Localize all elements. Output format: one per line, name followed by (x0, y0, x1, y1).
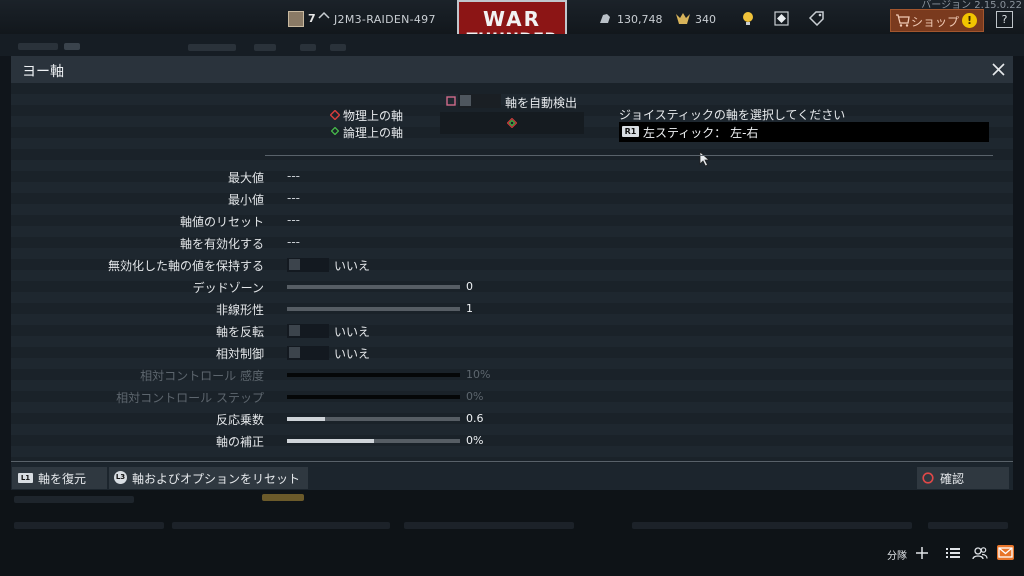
invert-axis-state: いいえ (334, 325, 371, 339)
l1-button-icon: L1 (18, 473, 33, 483)
physical-axis-label: 物理上の軸 (343, 109, 404, 123)
relative-step-label: 相対コントロール ステップ (116, 391, 264, 405)
max-value-label: 最大値 (227, 171, 264, 185)
player-rank: 7 (308, 12, 316, 25)
footer-divider (11, 461, 1013, 462)
section-divider (265, 155, 993, 156)
response-multiplier-value: 0.6 (466, 412, 484, 425)
axis-reset-label: 軸値のリセット (179, 215, 264, 229)
auto-detect-toggle[interactable] (458, 94, 501, 108)
tag-icon[interactable] (808, 11, 825, 26)
rank-chevron-icon (318, 11, 330, 19)
l3-button-icon: L3 (114, 471, 127, 484)
deadzone-label: デッドゾーン (192, 281, 264, 295)
diamond-icon[interactable] (774, 11, 789, 26)
axis-reset-value[interactable]: --- (287, 213, 300, 227)
axis-correction-value: 0% (466, 434, 484, 447)
logo-line-1: WAR (482, 7, 542, 31)
joystick-axis-prompt: ジョイスティックの軸を選択してください (619, 108, 846, 122)
gamepad-button-icon (446, 96, 456, 106)
golden-eagles-icon (676, 13, 690, 24)
keep-disabled-value-label: 無効化した軸の値を保持する (107, 259, 264, 273)
background-content (0, 490, 1024, 576)
min-value[interactable]: --- (287, 191, 300, 205)
auto-detect-label: 軸を自動検出 (505, 96, 578, 110)
invert-axis-label: 軸を反転 (215, 325, 264, 339)
reset-axis-options-button[interactable]: L3 軸およびオプションをリセット (109, 467, 308, 489)
mail-icon[interactable] (997, 545, 1014, 560)
golden-eagles-balance: 340 (695, 13, 716, 26)
silver-lions-icon (600, 14, 610, 23)
deadzone-value: 0 (466, 280, 473, 293)
restore-axis-button[interactable]: L1 軸を復元 (12, 467, 107, 489)
keep-disabled-value-state: いいえ (334, 259, 371, 273)
circle-button-icon (922, 472, 934, 484)
logical-axis-label: 論理上の軸 (343, 126, 404, 140)
joystick-axis-value: 左スティック： 左-右 (643, 126, 759, 140)
shopping-cart-icon (896, 14, 910, 27)
relative-step-value: 0% (466, 390, 484, 403)
response-multiplier-slider[interactable] (287, 417, 460, 421)
logical-axis-marker-icon (331, 127, 339, 135)
enable-axis-value[interactable]: --- (287, 235, 300, 249)
relative-sensitivity-slider (287, 373, 460, 377)
invert-axis-toggle[interactable] (287, 324, 329, 338)
keep-disabled-value-toggle[interactable] (287, 258, 329, 272)
max-value[interactable]: --- (287, 169, 300, 183)
nonlinearity-label: 非線形性 (215, 303, 264, 317)
slider-fill (287, 417, 326, 421)
restore-axis-label: 軸を復元 (38, 472, 87, 486)
plus-icon[interactable] (915, 546, 929, 560)
r1-button-icon: R1 (622, 126, 639, 137)
min-value-label: 最小値 (227, 193, 264, 207)
confirm-label: 確認 (940, 472, 965, 486)
help-button[interactable]: ? (996, 11, 1013, 28)
response-multiplier-label: 反応乗数 (215, 413, 264, 427)
nonlinearity-slider[interactable] (287, 307, 460, 311)
dialog-header (11, 56, 1013, 83)
squad-label[interactable]: 分隊 (887, 547, 907, 562)
deadzone-slider[interactable] (287, 285, 460, 289)
dialog-title: ヨー軸 (22, 64, 64, 80)
background-menu-strip (0, 34, 1024, 56)
list-icon[interactable] (946, 547, 960, 559)
crosshair-icon (507, 118, 517, 128)
axis-correction-slider[interactable] (287, 439, 460, 443)
close-icon[interactable] (990, 61, 1007, 78)
nonlinearity-value: 1 (466, 302, 473, 315)
reset-axis-options-label: 軸およびオプションをリセット (132, 472, 301, 486)
slider-fill (287, 439, 374, 443)
relative-sensitivity-label: 相対コントロール 感度 (140, 369, 264, 383)
relative-sensitivity-value: 10% (466, 368, 491, 381)
confirm-button[interactable]: 確認 (917, 467, 1009, 489)
shop-button[interactable]: ショップ ! (890, 9, 984, 32)
relative-control-label: 相対制御 (215, 347, 264, 361)
relative-control-state: いいえ (334, 347, 371, 361)
mouse-cursor-icon (699, 151, 711, 167)
enable-axis-label: 軸を有効化する (179, 237, 264, 251)
relative-control-toggle[interactable] (287, 346, 329, 360)
alert-icon: ! (962, 13, 977, 28)
silver-lions-balance: 130,748 (617, 13, 663, 26)
relative-step-slider (287, 395, 460, 399)
avatar[interactable] (288, 11, 304, 27)
contacts-icon[interactable] (972, 546, 988, 560)
physical-axis-marker-icon (330, 110, 340, 120)
shop-label: ショップ (911, 15, 960, 29)
lightbulb-icon[interactable] (742, 11, 754, 27)
username[interactable]: J2M3-RAIDEN-497 (334, 13, 436, 26)
axis-correction-label: 軸の補正 (215, 435, 264, 449)
